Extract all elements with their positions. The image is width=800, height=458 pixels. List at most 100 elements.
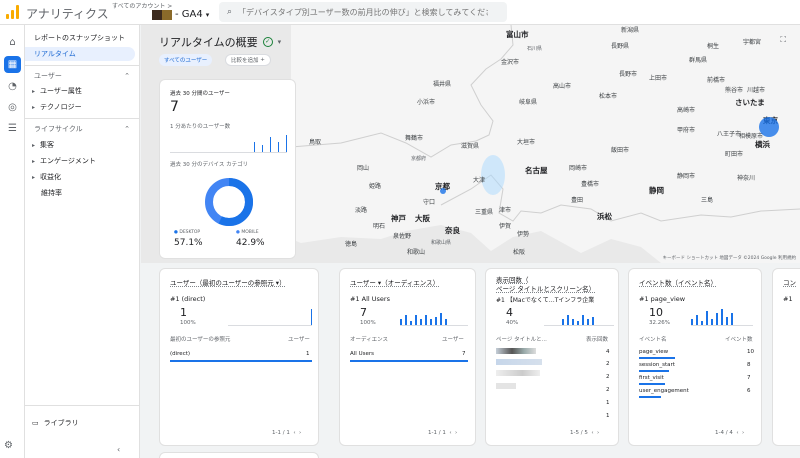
map-city: 鳥取 [309,139,322,146]
col-header: ページ タイトルと... [496,337,547,343]
app-title: アナリティクス [26,7,109,21]
search-bar[interactable]: ⌕ [219,2,507,22]
overview-title: 過去 30 分間のユーザー [170,91,230,97]
page-title-text: リアルタイムの概要 [159,36,258,49]
map-city: 伊勢 [517,231,530,238]
top-value: 4 [506,306,513,319]
top-label: #1 page_view [639,295,686,303]
col-header: 表示回数 [586,337,609,343]
check-circle-icon[interactable]: ✓ [262,37,273,47]
map-city: 伊賀 [499,223,512,230]
nav-library[interactable]: ▭ ライブラリ [32,418,79,428]
search-icon: ⌕ [227,7,233,17]
nav-library-label: ライブラリ [43,419,79,427]
map-city: 高山市 [553,83,572,90]
map-city: 岡山 [357,165,370,172]
active-users-value: 7 [170,99,179,115]
pagination[interactable]: 1-4 / 4 ‹ › [715,430,744,436]
mobile-pct: 42.9% [236,238,265,248]
top-bar: アナリティクス すべてのアカウント > - GA4 ▾ ⌕ [0,0,800,25]
map-city: 豊橋市 [581,181,600,188]
device-donut[interactable] [203,176,255,228]
audience-chip-label: すべてのユーザー [164,58,208,64]
analytics-logo-icon[interactable] [6,5,20,19]
top-label: #1 (direct) [170,295,206,303]
map-city: 小浜市 [417,99,436,106]
col-header: 最初のユーザーの参照元 [170,337,231,343]
map-hotspot[interactable] [440,188,446,194]
nav-snapshot[interactable]: レポートのスナップショット [25,31,140,45]
gear-icon[interactable]: ⚙ [4,440,13,451]
property-selector[interactable]: - GA4 ▾ [152,9,209,20]
views-title-line2[interactable]: ページ タイトルとスクリーン名） [496,283,595,293]
pagination[interactable]: 1-1 / 1 ‹ › [272,430,301,436]
explore-icon[interactable]: ◔ [4,78,21,95]
table-row[interactable]: (direct) [170,351,190,357]
map-city: 岐阜県 [519,99,538,106]
pager-text: 1-4 / 4 [715,430,733,436]
row-name: All Users [350,351,374,357]
map-city: 甲府市 [677,127,696,134]
map-city: 富山市 [506,30,529,39]
audience-chip[interactable]: すべてのユーザー [159,54,213,66]
row-name: session_start [639,362,675,368]
nav-item-monetization[interactable]: 収益化 [25,170,140,184]
table-row[interactable]: page_view [639,349,668,355]
nav-item-retention[interactable]: 維持率 [25,186,140,200]
pagination[interactable]: 1-5 / 5 ‹ › [570,430,599,436]
nav-section-user[interactable]: ユーザー ⌃ [25,69,140,83]
account-logo [152,9,172,20]
row-value: 2 [606,361,610,367]
chevron-down-icon[interactable]: ▾ [278,38,282,46]
map-city: 浜松 [597,212,612,221]
map-city: 群馬県 [689,57,708,64]
nav-realtime[interactable]: リアルタイム [25,47,135,61]
pagination[interactable]: 1-1 / 1 ‹ › [428,430,457,436]
search-input[interactable] [238,7,489,17]
audience-title[interactable]: ユーザー ▾（オーディエンス） [350,277,439,287]
col-header: ユーザー [442,337,464,343]
map-city: 福井県 [433,81,452,88]
fullscreen-icon[interactable]: ⛶ [780,35,786,45]
pager-text: 1-1 / 1 [428,430,446,436]
nav-item-technology[interactable]: テクノロジー [25,100,140,114]
map-city: 宇都宮 [743,39,762,46]
nav-item-engagement[interactable]: エンゲージメント [25,154,140,168]
map-city: 長野市 [619,71,638,78]
top-value: 1 [180,306,187,319]
map-city: 静岡 [649,186,664,195]
row-value: 7 [462,351,466,357]
users-source-title[interactable]: ユーザー（最初のユーザーの参照元 ▾） [170,277,286,287]
add-comparison-button[interactable]: 比較を追加 + [225,54,271,66]
nav-item-acquisition[interactable]: 集客 [25,138,140,152]
nav-section-lifecycle[interactable]: ライフサイクル ⌃ [25,122,140,136]
advertising-icon[interactable]: ◎ [4,99,21,116]
table-row[interactable]: All Users [350,351,374,357]
table-row[interactable]: session_start [639,362,675,368]
row-value: 2 [606,387,610,393]
top-pct: 32.26% [649,320,670,326]
conversions-title[interactable]: コン [783,277,796,287]
reports-icon[interactable]: ▦ [4,56,21,73]
users-source-card: ユーザー（最初のユーザーの参照元 ▾） #1 (direct) 1 100% 最… [159,268,319,446]
row-value: 1 [606,400,610,406]
map-hotspot[interactable] [759,117,779,137]
table-row[interactable]: user_engagement [639,388,689,394]
map-city: 熊谷市 [725,87,744,94]
table-row[interactable]: first_visit [639,375,664,381]
row-bar [170,360,312,362]
row-value: 7 [747,375,751,381]
redacted-row [496,359,542,365]
nav-item-demographics[interactable]: ユーザー属性 [25,84,140,98]
divider [25,405,140,406]
icon-rail: ⌂ ▦ ◔ ◎ ☰ ⚙ [0,25,25,458]
minute-chart [691,302,753,326]
configure-icon[interactable]: ☰ [4,120,21,137]
col-header: イベント数 [725,337,753,343]
collapse-nav-icon[interactable]: ‹ [117,445,120,454]
desktop-pct: 57.1% [174,238,203,248]
home-icon[interactable]: ⌂ [4,34,21,51]
col-header: イベント名 [639,337,667,343]
map-city: 和歌山県 [431,240,452,246]
events-title[interactable]: イベント数（イベント名） [639,277,717,287]
